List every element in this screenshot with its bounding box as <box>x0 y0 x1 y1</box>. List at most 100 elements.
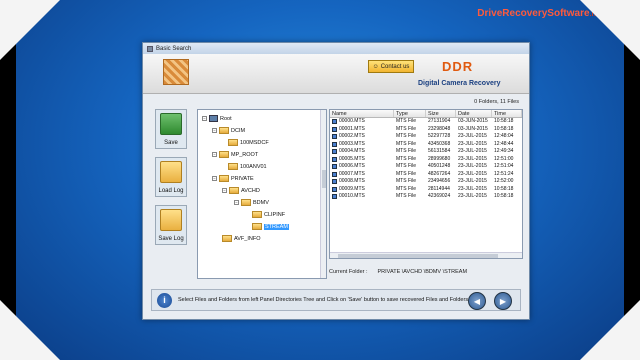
col-size[interactable]: Size <box>426 110 456 117</box>
file-size: 28999680 <box>428 155 451 162</box>
file-date: 23-JUL-2015 <box>458 178 487 184</box>
scroll-thumb[interactable] <box>338 254 498 258</box>
tree-node-100anv01[interactable]: 100ANV01 <box>228 163 267 170</box>
tree-node-clipinf[interactable]: CLIPINF <box>252 211 285 218</box>
file-name: 00005.MTS <box>339 155 365 162</box>
video-file-icon <box>332 141 337 147</box>
video-file-icon <box>332 119 337 125</box>
file-row[interactable]: 00010.MTS MTS File 42369024 23-JUL-2015 10:5… <box>330 193 522 201</box>
file-row[interactable]: 00000.MTS MTS File 27131904 03-JUN-2015 10:5… <box>330 118 522 126</box>
file-name: 00002.MTS <box>339 133 365 139</box>
save-button[interactable]: Save <box>155 109 187 149</box>
file-row[interactable]: 00003.MTS MTS File 43450368 23-JUL-2015 12:4… <box>330 141 522 149</box>
basic-search-window: Basic Search ☺ Contact us DDR Digital Ca… <box>142 42 530 320</box>
file-date: 23-JUL-2015 <box>458 155 487 162</box>
collapse-toggle[interactable]: − <box>212 152 217 157</box>
tree-node-avchd[interactable]: − AVCHD <box>222 187 260 194</box>
file-time: 12:51:24 <box>494 170 514 177</box>
file-list[interactable]: Name Type Size Date Time 00000.MTS MTS Fi… <box>329 109 523 259</box>
list-horizontal-scrollbar[interactable] <box>330 252 522 258</box>
file-size: 28114944 <box>428 185 450 192</box>
col-time[interactable]: Time <box>492 110 522 117</box>
window-title: Basic Search <box>156 45 192 52</box>
file-type: MTS File <box>396 118 416 124</box>
file-row[interactable]: 00009.MTS MTS File 28114944 23-JUL-2015 10:5… <box>330 186 522 194</box>
file-type: MTS File <box>396 140 416 147</box>
file-type: MTS File <box>396 133 416 139</box>
tree-node-avf-info[interactable]: AVF_INFO <box>222 235 261 242</box>
collapse-toggle[interactable]: − <box>212 128 217 133</box>
logo-icon <box>163 59 189 85</box>
file-time: 12:48:44 <box>494 140 514 147</box>
folder-icon <box>222 235 232 242</box>
directory-tree[interactable]: − Root − DCIM 100MSDCF − MP_ROOT 100ANV01 −… <box>197 109 327 279</box>
file-time: 12:52:00 <box>494 178 514 184</box>
video-file-icon <box>332 134 337 140</box>
file-time: 10:58:18 <box>494 193 514 199</box>
file-size: 27131904 <box>428 118 451 124</box>
help-bar: i Select Files and Folders from left Pan… <box>151 289 521 311</box>
file-name: 00008.MTS <box>339 178 365 184</box>
computer-icon <box>209 115 218 122</box>
file-size: 42369024 <box>428 193 451 199</box>
load-log-button[interactable]: Load Log <box>155 157 187 197</box>
video-file-icon <box>332 179 337 185</box>
file-type: MTS File <box>396 163 416 169</box>
video-file-icon <box>332 164 337 170</box>
file-date: 23-JUL-2015 <box>458 163 487 169</box>
save-log-icon <box>160 209 182 231</box>
tree-node-mp-root[interactable]: − MP_ROOT <box>212 151 258 158</box>
file-name: 00003.MTS <box>339 140 365 147</box>
tree-scrollbar[interactable] <box>320 110 326 278</box>
file-size: 48267264 <box>428 170 451 177</box>
collapse-toggle[interactable]: − <box>234 200 239 205</box>
next-button[interactable]: ▶ <box>494 292 512 310</box>
file-row[interactable]: 00008.MTS MTS File 23494656 23-JUL-2015 12:5… <box>330 178 522 186</box>
col-date[interactable]: Date <box>456 110 492 117</box>
file-date: 23-JUL-2015 <box>458 148 487 154</box>
file-row[interactable]: 00006.MTS MTS File 40501248 23-JUL-2015 12:5… <box>330 163 522 171</box>
video-frame: DriveRecoverySoftware.net Basic Search ☺… <box>0 0 640 360</box>
file-size: 23298048 <box>428 125 451 132</box>
file-type: MTS File <box>396 170 416 177</box>
contact-us-button[interactable]: ☺ Contact us <box>368 60 414 73</box>
save-log-button[interactable]: Save Log <box>155 205 187 245</box>
scroll-thumb[interactable] <box>322 170 326 188</box>
file-type: MTS File <box>396 148 416 154</box>
file-row[interactable]: 00004.MTS MTS File 56131584 23-JUL-2015 12:4… <box>330 148 522 156</box>
file-row[interactable]: 00001.MTS MTS File 23298048 03-JUN-2015 10:5… <box>330 126 522 134</box>
file-date: 23-JUL-2015 <box>458 185 487 192</box>
folder-icon <box>241 199 251 206</box>
file-time: 12:48:04 <box>494 133 514 139</box>
file-name: 00001.MTS <box>339 125 365 132</box>
file-name: 00006.MTS <box>339 163 365 169</box>
col-name[interactable]: Name <box>330 110 394 117</box>
tree-node-bdmv[interactable]: − BDMV <box>234 199 269 206</box>
video-file-icon <box>332 194 337 200</box>
video-file-icon <box>332 149 337 155</box>
collapse-toggle[interactable]: − <box>202 116 207 121</box>
file-time: 10:58:18 <box>494 185 514 192</box>
file-row[interactable]: 00007.MTS MTS File 48267264 23-JUL-2015 12:5… <box>330 171 522 179</box>
folder-icon <box>219 175 229 182</box>
tree-node-private[interactable]: − PRIVATE <box>212 175 254 182</box>
file-list-header: Name Type Size Date Time <box>330 110 522 118</box>
file-row[interactable]: 00002.MTS MTS File 52297728 23-JUL-2015 12:4… <box>330 133 522 141</box>
collapse-toggle[interactable]: − <box>222 188 227 193</box>
video-file-icon <box>332 186 337 192</box>
back-button[interactable]: ◀ <box>468 292 486 310</box>
col-type[interactable]: Type <box>394 110 426 117</box>
tree-node-dcim[interactable]: − DCIM <box>212 127 245 134</box>
load-log-icon <box>160 161 182 183</box>
folder-icon <box>252 211 262 218</box>
tree-node-stream[interactable]: STREAM <box>252 223 289 230</box>
file-date: 23-JUL-2015 <box>458 170 487 177</box>
brand-logo-text: DDR <box>442 59 474 74</box>
collapse-toggle[interactable]: − <box>212 176 217 181</box>
product-name: Digital Camera Recovery <box>418 80 501 87</box>
folder-icon <box>219 151 229 158</box>
tree-node-root[interactable]: − Root <box>202 115 232 122</box>
file-name: 00007.MTS <box>339 170 365 177</box>
file-row[interactable]: 00005.MTS MTS File 28999680 23-JUL-2015 12:5… <box>330 156 522 164</box>
tree-node-100msdcf[interactable]: 100MSDCF <box>228 139 269 146</box>
